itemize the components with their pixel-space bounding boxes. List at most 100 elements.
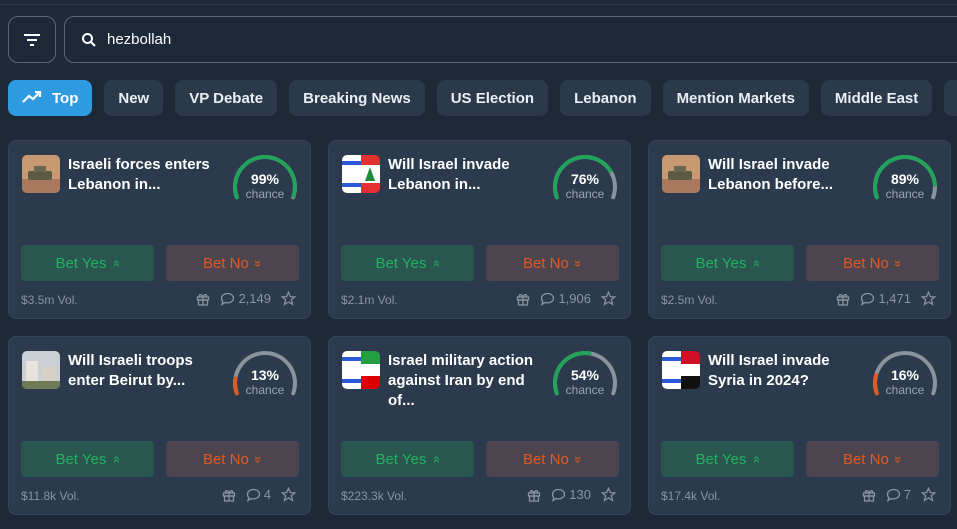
comment-icon bbox=[220, 292, 235, 306]
chance-label: chance bbox=[565, 383, 605, 397]
chance-percent: 89% bbox=[890, 171, 920, 187]
star-icon[interactable] bbox=[921, 291, 936, 306]
bet-no-button[interactable]: Bet No» bbox=[166, 441, 299, 477]
bet-no-label: Bet No bbox=[842, 254, 889, 272]
category-tabs: Top New VP Debate Breaking News US Election L… bbox=[8, 80, 957, 116]
market-title[interactable]: Will Israel invade Syria in 2024? bbox=[708, 351, 863, 391]
gift-icon[interactable] bbox=[516, 292, 530, 306]
chance-percent: 76% bbox=[570, 171, 600, 187]
tab-label: VP Debate bbox=[189, 89, 264, 107]
comment-count: 130 bbox=[569, 487, 591, 502]
tab-label: Lebanon bbox=[574, 89, 637, 107]
tab-label: Top bbox=[52, 89, 79, 107]
market-title[interactable]: Will Israel invade Lebanon before... bbox=[708, 155, 863, 195]
chevrons-up-icon: » bbox=[748, 455, 764, 463]
market-thumbnail bbox=[662, 351, 700, 389]
comment-count: 7 bbox=[903, 487, 911, 502]
gift-icon[interactable] bbox=[836, 292, 850, 306]
bet-yes-button[interactable]: Bet Yes» bbox=[661, 245, 794, 281]
comment-count: 2,149 bbox=[238, 291, 271, 306]
star-icon[interactable] bbox=[281, 487, 296, 502]
gift-icon[interactable] bbox=[196, 292, 210, 306]
market-title[interactable]: Israel military action against Iran by e… bbox=[388, 351, 543, 411]
tab-label: New bbox=[118, 89, 150, 107]
bet-yes-button[interactable]: Bet Yes» bbox=[341, 245, 474, 281]
chevrons-up-icon: » bbox=[108, 455, 124, 463]
star-icon[interactable] bbox=[281, 291, 296, 306]
tab-middle-east[interactable]: Middle East bbox=[820, 80, 933, 116]
gift-icon[interactable] bbox=[527, 488, 541, 502]
comment-icon bbox=[551, 488, 566, 502]
comments[interactable]: 130 bbox=[551, 487, 591, 502]
star-icon[interactable] bbox=[921, 487, 936, 502]
bet-no-button[interactable]: Bet No» bbox=[806, 441, 939, 477]
market-thumbnail bbox=[342, 351, 380, 389]
bet-no-label: Bet No bbox=[202, 254, 249, 272]
chance-label: chance bbox=[565, 187, 605, 201]
trending-up-icon bbox=[22, 90, 42, 107]
market-card[interactable]: Will Israel invade Lebanon in... 76% chanc… bbox=[328, 140, 631, 319]
market-title[interactable]: Israeli forces enters Lebanon in... bbox=[68, 155, 223, 195]
chance-percent: 13% bbox=[250, 367, 280, 383]
tab-us-election[interactable]: US Election bbox=[436, 80, 549, 116]
bet-yes-button[interactable]: Bet Yes» bbox=[341, 441, 474, 477]
chance-label: chance bbox=[245, 187, 285, 201]
bet-no-label: Bet No bbox=[522, 450, 569, 468]
market-card[interactable]: Will Israeli troops enter Beirut by... 13… bbox=[8, 336, 311, 515]
tab-vp-debate[interactable]: VP Debate bbox=[175, 80, 278, 116]
bet-yes-button[interactable]: Bet Yes» bbox=[21, 245, 154, 281]
comment-icon bbox=[540, 292, 555, 306]
market-card[interactable]: Israeli forces enters Lebanon in... 99% ch… bbox=[8, 140, 311, 319]
tab-label: US Election bbox=[450, 89, 535, 107]
tab-sw[interactable]: Sw bbox=[944, 80, 957, 116]
search-input[interactable] bbox=[107, 31, 507, 48]
filter-button[interactable] bbox=[8, 16, 56, 63]
market-meta: 7 bbox=[862, 487, 936, 502]
tab-lebanon[interactable]: Lebanon bbox=[560, 80, 651, 116]
comments[interactable]: 7 bbox=[886, 487, 911, 502]
volume: $17.4k Vol. bbox=[661, 489, 721, 503]
comments[interactable]: 2,149 bbox=[220, 291, 271, 306]
bet-no-button[interactable]: Bet No» bbox=[486, 245, 619, 281]
gift-icon[interactable] bbox=[862, 488, 876, 502]
gift-icon[interactable] bbox=[222, 488, 236, 502]
chance-percent: 16% bbox=[890, 367, 920, 383]
chevrons-up-icon: » bbox=[428, 455, 444, 463]
star-icon[interactable] bbox=[601, 487, 616, 502]
chevrons-down-icon: » bbox=[890, 259, 906, 267]
market-thumbnail bbox=[662, 155, 700, 193]
comments[interactable]: 1,471 bbox=[860, 291, 911, 306]
search-bar[interactable] bbox=[64, 16, 957, 63]
bet-no-button[interactable]: Bet No» bbox=[486, 441, 619, 477]
bet-yes-button[interactable]: Bet Yes» bbox=[661, 441, 794, 477]
bet-yes-button[interactable]: Bet Yes» bbox=[21, 441, 154, 477]
tab-breaking-news[interactable]: Breaking News bbox=[289, 80, 425, 116]
tab-label: Middle East bbox=[834, 89, 919, 107]
market-card[interactable]: Will Israel invade Lebanon before... 89% c… bbox=[648, 140, 951, 319]
bet-yes-label: Bet Yes bbox=[695, 450, 747, 468]
tab-mention-markets[interactable]: Mention Markets bbox=[662, 80, 809, 116]
chevrons-up-icon: » bbox=[748, 259, 764, 267]
market-thumbnail bbox=[22, 155, 60, 193]
comments[interactable]: 4 bbox=[246, 487, 271, 502]
comments[interactable]: 1,906 bbox=[540, 291, 591, 306]
bet-no-label: Bet No bbox=[522, 254, 569, 272]
market-title[interactable]: Will Israel invade Lebanon in... bbox=[388, 155, 543, 195]
bet-no-button[interactable]: Bet No» bbox=[806, 245, 939, 281]
bet-no-button[interactable]: Bet No» bbox=[166, 245, 299, 281]
bet-yes-label: Bet Yes bbox=[55, 254, 107, 272]
market-card[interactable]: Israel military action against Iran by e… bbox=[328, 336, 631, 515]
chevrons-up-icon: » bbox=[108, 259, 124, 267]
chance-label: chance bbox=[885, 187, 925, 201]
tab-top[interactable]: Top bbox=[8, 80, 93, 116]
star-icon[interactable] bbox=[601, 291, 616, 306]
market-card[interactable]: Will Israel invade Syria in 2024? 16% chan… bbox=[648, 336, 951, 515]
volume: $11.8k Vol. bbox=[21, 489, 80, 503]
chance-percent: 99% bbox=[250, 171, 280, 187]
chevrons-down-icon: » bbox=[570, 455, 586, 463]
filter-icon bbox=[24, 33, 40, 46]
comment-icon bbox=[886, 488, 901, 502]
tab-new[interactable]: New bbox=[104, 80, 164, 116]
market-title[interactable]: Will Israeli troops enter Beirut by... bbox=[68, 351, 223, 391]
chance-label: chance bbox=[245, 383, 285, 397]
